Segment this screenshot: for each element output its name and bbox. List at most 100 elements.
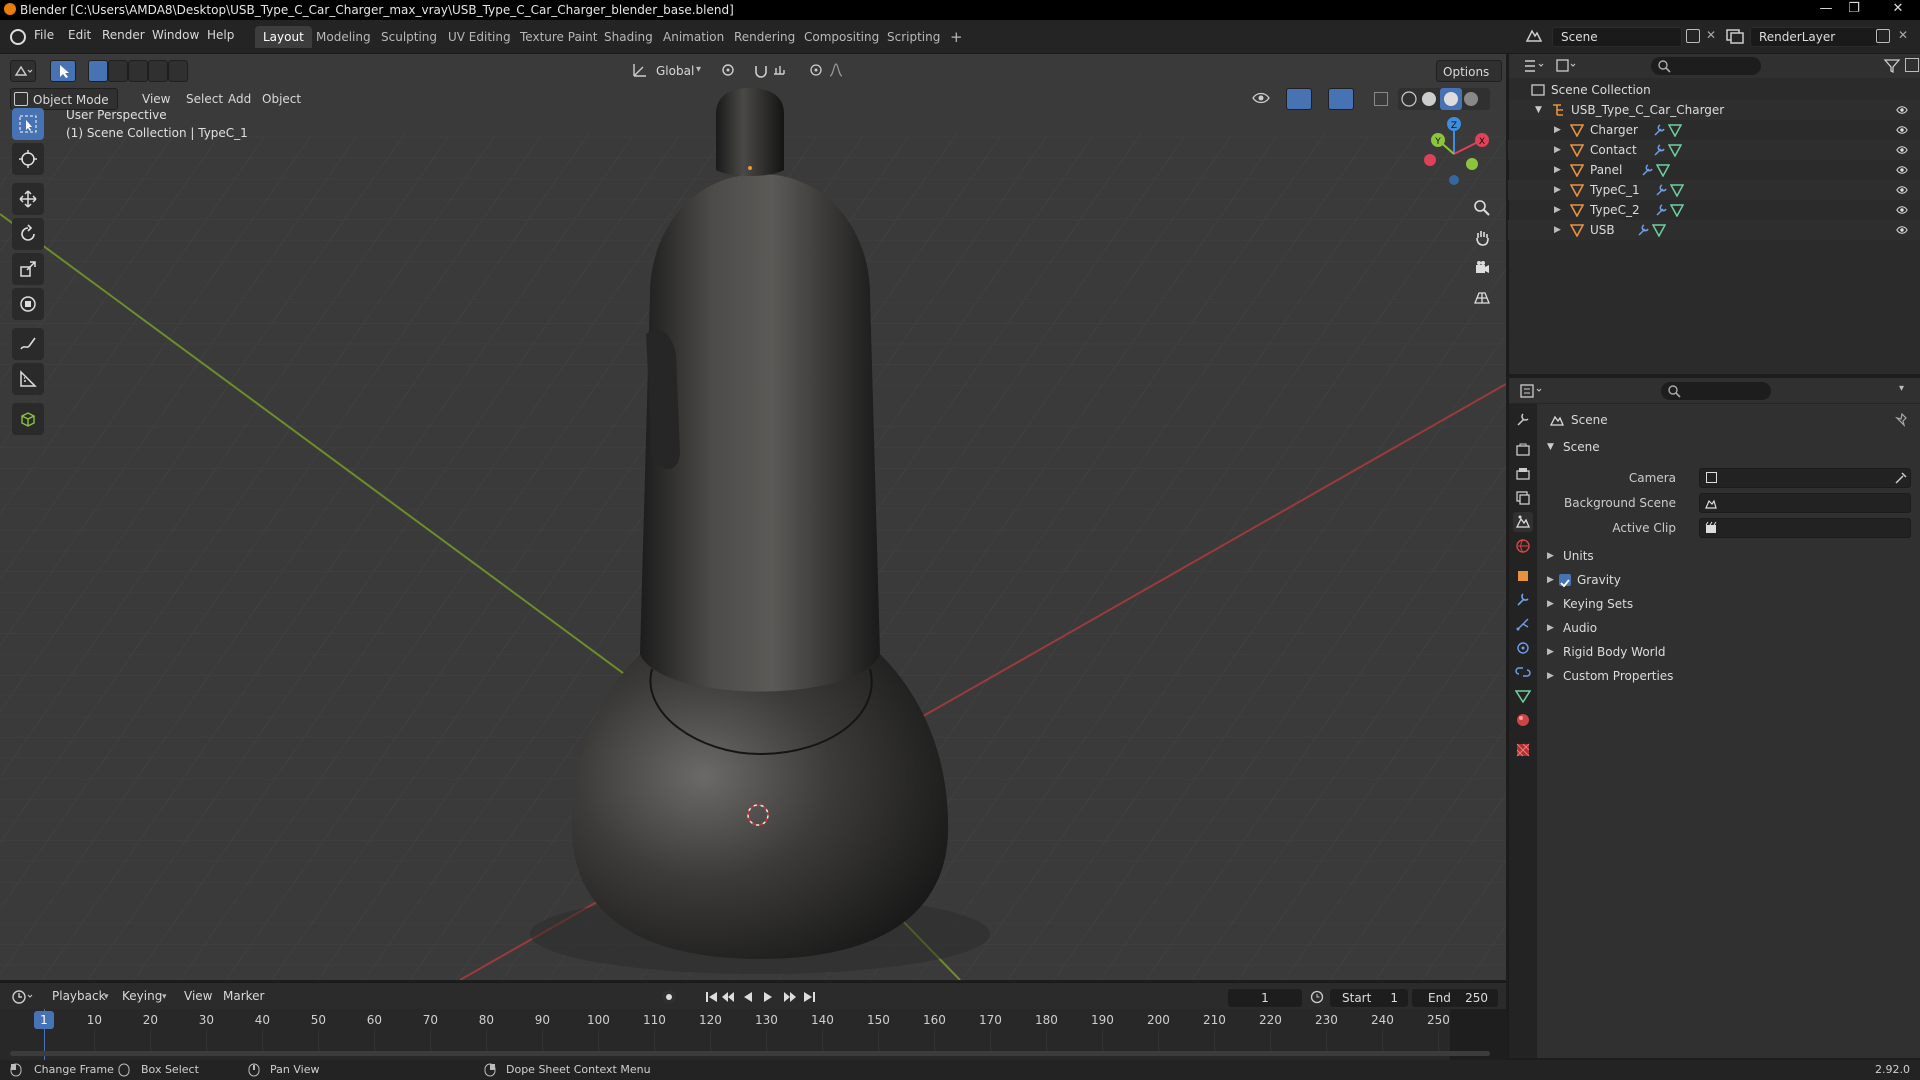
material-tab-icon[interactable] <box>1513 710 1533 730</box>
transform-orientation-dropdown[interactable]: Global <box>650 60 710 82</box>
outliner-object-row[interactable]: ▶ Charger <box>1508 120 1920 140</box>
properties-search-input[interactable] <box>1661 382 1771 400</box>
end-frame-field[interactable]: End 250 <box>1412 989 1498 1007</box>
select-new-icon[interactable] <box>88 60 108 82</box>
expand-arrow-icon[interactable]: ▶ <box>1554 140 1561 160</box>
world-tab-icon[interactable] <box>1513 536 1533 556</box>
gizmo-toggle-icon[interactable] <box>1286 88 1312 110</box>
pan-hand-icon[interactable] <box>1468 224 1496 252</box>
overlays-toggle-icon[interactable] <box>1328 88 1354 110</box>
outliner-object-row[interactable]: ▶ Panel <box>1508 160 1920 180</box>
current-frame-field[interactable]: 1 <box>1228 989 1302 1007</box>
cursor-tool-icon[interactable] <box>12 143 44 175</box>
view-layer-tab-icon[interactable] <box>1513 488 1533 508</box>
pin-icon[interactable] <box>1895 413 1909 427</box>
tab-modeling[interactable]: Modeling <box>308 26 379 48</box>
tool-tab-icon[interactable] <box>1513 410 1533 430</box>
constraints-tab-icon[interactable] <box>1513 662 1533 682</box>
output-tab-icon[interactable] <box>1513 464 1533 484</box>
expand-arrow-icon[interactable]: ▶ <box>1554 220 1561 240</box>
texture-tab-icon[interactable] <box>1513 740 1533 760</box>
background-scene-field[interactable] <box>1699 493 1911 513</box>
minimize-button[interactable]: — <box>1812 0 1840 20</box>
data-tab-icon[interactable] <box>1513 686 1533 706</box>
menu-keying[interactable]: Keying <box>122 989 162 1003</box>
object-tab-icon[interactable] <box>1513 566 1533 586</box>
navigation-gizmo[interactable]: Z X Y <box>1414 114 1494 194</box>
timeline-area[interactable]: 10 20 30 40 50 60 70 80 90 100 110 120 130 140 150 160 1… <box>0 1009 1506 1061</box>
audio-panel[interactable]: ▶ Audio <box>1539 617 1915 639</box>
scene-selector[interactable]: Scene <box>1552 27 1682 47</box>
measure-tool-icon[interactable] <box>12 363 44 395</box>
render-tab-icon[interactable] <box>1513 440 1533 460</box>
display-mode-icon[interactable] <box>1555 58 1579 74</box>
expand-arrow-icon[interactable]: ▶ <box>1554 200 1561 220</box>
rigid-body-world-panel[interactable]: ▶ Rigid Body World <box>1539 641 1915 663</box>
expand-arrow-icon[interactable]: ▶ <box>1554 180 1561 200</box>
select-box-tool-icon[interactable] <box>12 108 44 140</box>
menu-file[interactable]: File <box>34 28 54 42</box>
ortho-grid-icon[interactable] <box>1468 284 1496 312</box>
tab-sculpting[interactable]: Sculpting <box>373 26 445 48</box>
menu-marker[interactable]: Marker <box>223 989 264 1003</box>
transform-tool-icon[interactable] <box>12 288 44 320</box>
scene-panel-header[interactable]: ▼ Scene <box>1539 436 1915 458</box>
menu-view[interactable]: View <box>136 88 176 110</box>
tab-shading[interactable]: Shading <box>596 26 661 48</box>
menu-help[interactable]: Help <box>207 28 234 42</box>
options-chevron-icon[interactable]: ▾ <box>1899 383 1904 394</box>
filter-icon[interactable] <box>1883 58 1901 74</box>
new-view-layer-icon[interactable] <box>1876 29 1890 43</box>
options-dropdown[interactable]: Options <box>1436 60 1502 82</box>
outliner-editor-type-icon[interactable] <box>1523 58 1547 74</box>
scene-icon[interactable] <box>1524 27 1546 47</box>
menu-object[interactable]: Object <box>256 88 307 110</box>
editor-type-icon[interactable] <box>10 60 36 82</box>
collection-expand-icon[interactable]: ▼ <box>1535 100 1542 120</box>
camera-view-icon[interactable] <box>1468 254 1496 282</box>
outliner-object-row[interactable]: ▶ TypeC_2 <box>1508 200 1920 220</box>
tab-rendering[interactable]: Rendering <box>726 26 803 48</box>
playhead-frame-indicator[interactable]: 1 <box>34 1011 54 1029</box>
auto-keying-icon[interactable] <box>662 990 676 1004</box>
tab-layout[interactable]: Layout <box>255 26 312 48</box>
menu-playback[interactable]: Playback <box>52 989 106 1003</box>
outliner-collection-row[interactable]: ▼ USB_Type_C_Car_Charger <box>1509 100 1920 120</box>
move-tool-icon[interactable] <box>12 183 44 215</box>
physics-tab-icon[interactable] <box>1513 638 1533 658</box>
outliner-object-row[interactable]: ▶ TypeC_1 <box>1508 180 1920 200</box>
modifier-tab-icon[interactable] <box>1513 590 1533 610</box>
select-intersect-icon[interactable] <box>168 60 188 82</box>
gravity-panel[interactable]: ▶ Gravity <box>1539 569 1915 591</box>
annotate-tool-icon[interactable] <box>12 328 44 360</box>
tab-scripting[interactable]: Scripting <box>879 26 948 48</box>
menu-add[interactable]: Add <box>222 88 257 110</box>
view-layer-icon[interactable] <box>1724 27 1746 47</box>
properties-editor-type-icon[interactable] <box>1519 383 1547 399</box>
scale-tool-icon[interactable] <box>12 253 44 285</box>
tab-texture-paint[interactable]: Texture Paint <box>512 26 605 48</box>
gravity-checkbox[interactable] <box>1559 574 1571 588</box>
zoom-icon[interactable] <box>1468 194 1496 222</box>
add-cube-tool-icon[interactable] <box>12 403 44 435</box>
rotate-tool-icon[interactable] <box>12 218 44 250</box>
select-subtract-icon[interactable] <box>128 60 148 82</box>
object-mode-dropdown[interactable]: Object Mode <box>10 88 118 110</box>
close-button[interactable]: ✕ <box>1880 0 1916 20</box>
selection-mode-buttons[interactable] <box>88 60 188 82</box>
add-workspace-button[interactable]: + <box>942 26 971 48</box>
tab-uv-editing[interactable]: UV Editing <box>440 26 519 48</box>
expand-arrow-icon[interactable]: ▶ <box>1554 160 1561 180</box>
camera-field[interactable] <box>1699 468 1911 488</box>
units-panel[interactable]: ▶ Units <box>1539 545 1915 567</box>
custom-properties-panel[interactable]: ▶ Custom Properties <box>1539 665 1915 687</box>
expand-arrow-icon[interactable]: ▶ <box>1554 120 1561 140</box>
active-clip-field[interactable] <box>1699 518 1911 538</box>
eyedropper-icon[interactable] <box>1894 471 1908 485</box>
menu-render[interactable]: Render <box>102 28 145 42</box>
timeline-scrollbar[interactable] <box>10 1051 1490 1056</box>
keying-sets-panel[interactable]: ▶ Keying Sets <box>1539 593 1915 615</box>
menu-window[interactable]: Window <box>152 28 199 42</box>
new-collection-icon[interactable] <box>1905 58 1919 72</box>
outliner-object-row[interactable]: ▶ Contact <box>1508 140 1920 160</box>
